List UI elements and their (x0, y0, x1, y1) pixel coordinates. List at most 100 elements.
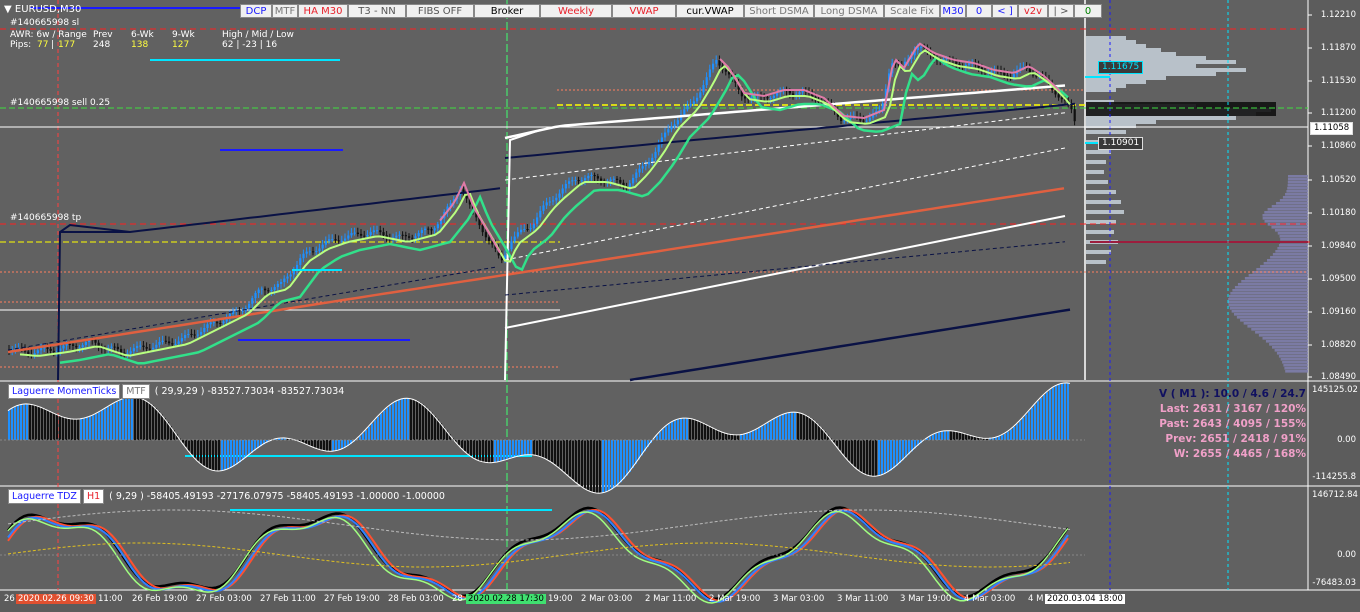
momentum-bar (575, 440, 577, 482)
toolbar-button-ha[interactable]: HA M30 (298, 4, 348, 18)
momentum-bar (56, 414, 58, 440)
toolbar-button-prev[interactable]: < ] (992, 4, 1018, 18)
momentum-bar (320, 440, 322, 450)
candle-body (769, 98, 772, 100)
toolbar-button-zero[interactable]: 0 (966, 4, 992, 18)
momentum-bar (341, 440, 343, 450)
time-tick: 28 (452, 594, 463, 604)
session-profile-bar (1256, 268, 1308, 271)
momentum-bar (38, 406, 40, 440)
candle-body (1012, 74, 1015, 78)
candle-body (424, 228, 427, 231)
momentum-bar (722, 432, 724, 440)
chart-canvas[interactable] (0, 0, 1360, 612)
toolbar-button-cur-vwap[interactable]: cur.VWAP (676, 4, 744, 18)
momentum-bar (206, 440, 208, 468)
momentum-bar (308, 440, 310, 446)
momentum-bar (311, 440, 313, 447)
price-tick: 1.11870 (1320, 43, 1356, 53)
momentum-bar (740, 434, 742, 440)
order-sell-label: #140665998 sell 0.25 (10, 98, 111, 108)
session-profile-bar (1260, 265, 1308, 268)
momentum-bar (854, 440, 856, 467)
session-profile-bar (1274, 349, 1308, 352)
price-tick: 1.11200 (1320, 108, 1356, 118)
window-title: EURUSD,M30 (14, 4, 82, 15)
momentum-bar (731, 434, 733, 440)
candle-body (376, 230, 379, 232)
momentum-bar (404, 398, 406, 440)
momentum-bar (200, 440, 202, 464)
candle-body (260, 288, 263, 290)
momentum-bar (191, 440, 193, 455)
time-tick: 27 Feb 19:00 (324, 594, 380, 604)
volume-stat-w: W: 2655 / 4465 / 168% (1173, 448, 1306, 460)
momentum-name[interactable]: Laguerre MomenTicks (8, 384, 121, 399)
toolbar-button-broker[interactable]: Broker (474, 4, 540, 18)
momentum-bar (890, 440, 892, 471)
toolbar-button-dcp[interactable]: DCP (240, 4, 272, 18)
session-profile-bar (1237, 283, 1308, 286)
candle-body (155, 344, 158, 348)
momentum-bar (212, 440, 214, 471)
session-profile-bar (1282, 196, 1308, 199)
momentum-bar (383, 410, 385, 440)
awr-value-a: 77 (37, 40, 49, 50)
momentum-bar (233, 440, 235, 467)
momentum-bar (71, 418, 73, 440)
momentum-bar (668, 424, 670, 440)
candle-body (542, 205, 545, 211)
dropdown-arrow-icon[interactable]: ▼ (4, 4, 12, 15)
time-tick: 26 Feb 19:00 (132, 594, 188, 604)
momentum-bar (53, 412, 55, 440)
momentum-bar (602, 440, 604, 493)
momentum-bar (29, 404, 31, 440)
toolbar-button-long-dsma[interactable]: Long DSMA (814, 4, 884, 18)
toolbar-button-fibs[interactable]: FIBS OFF (406, 4, 474, 18)
momentum-bar (188, 440, 190, 451)
momentum-bar (107, 406, 109, 440)
toolbar-button-t3[interactable]: T3 - NN (348, 4, 406, 18)
momentum-bar (23, 404, 25, 440)
session-profile-bar (1267, 208, 1308, 211)
momentum-bar (146, 400, 148, 440)
momentum-bar (944, 430, 946, 440)
toolbar-button-short-dsma[interactable]: Short DSMA (744, 4, 814, 18)
time-tick: 26 (4, 594, 15, 604)
momentum-bar (398, 400, 400, 440)
time-tick: 4 Mar 03:00 (964, 594, 1016, 604)
toolbar-button-mtf[interactable]: MTF (272, 4, 298, 18)
toolbar-button-v2v[interactable]: v2v (1018, 4, 1048, 18)
momentum-bar (956, 431, 958, 440)
momentum-bar (47, 410, 49, 440)
toolbar-button-zero-green[interactable]: 0 (1074, 4, 1102, 18)
toolbar-button-next[interactable]: | > (1048, 4, 1074, 18)
toolbar-button-vwap[interactable]: VWAP (612, 4, 676, 18)
momentum-bar (953, 430, 955, 440)
session-profile-bar (1287, 175, 1308, 178)
momentum-bar (362, 433, 364, 440)
momentum-bar (305, 440, 307, 444)
session-profile-bar (1228, 295, 1308, 298)
session-profile-bar (1285, 193, 1308, 196)
candle-body (427, 228, 430, 230)
tdz-tf[interactable]: H1 (82, 489, 105, 504)
tdz-name[interactable]: Laguerre TDZ (8, 489, 81, 504)
momentum-bar (491, 440, 493, 463)
toolbar-button-scale-fix[interactable]: Scale Fix (884, 4, 940, 18)
candle-body (520, 229, 523, 233)
candle-body (398, 234, 401, 236)
tdz-params: ( 9,29 ) -58405.49193 -27176.07975 -5840… (109, 491, 445, 502)
toolbar-button-m30[interactable]: M30 (940, 4, 966, 18)
momentum-bar (239, 440, 241, 463)
momentum-bar (89, 416, 91, 440)
toolbar-button-weekly[interactable]: Weekly (540, 4, 612, 18)
momentum-bar (488, 440, 490, 463)
candle-body (241, 310, 244, 312)
momentum-mtf[interactable]: MTF (122, 384, 150, 399)
momentum-bar (521, 440, 523, 456)
candle-body (337, 240, 340, 242)
momentum-bar (1058, 384, 1060, 440)
candle-body (251, 298, 254, 304)
momentum-bar (665, 426, 667, 440)
